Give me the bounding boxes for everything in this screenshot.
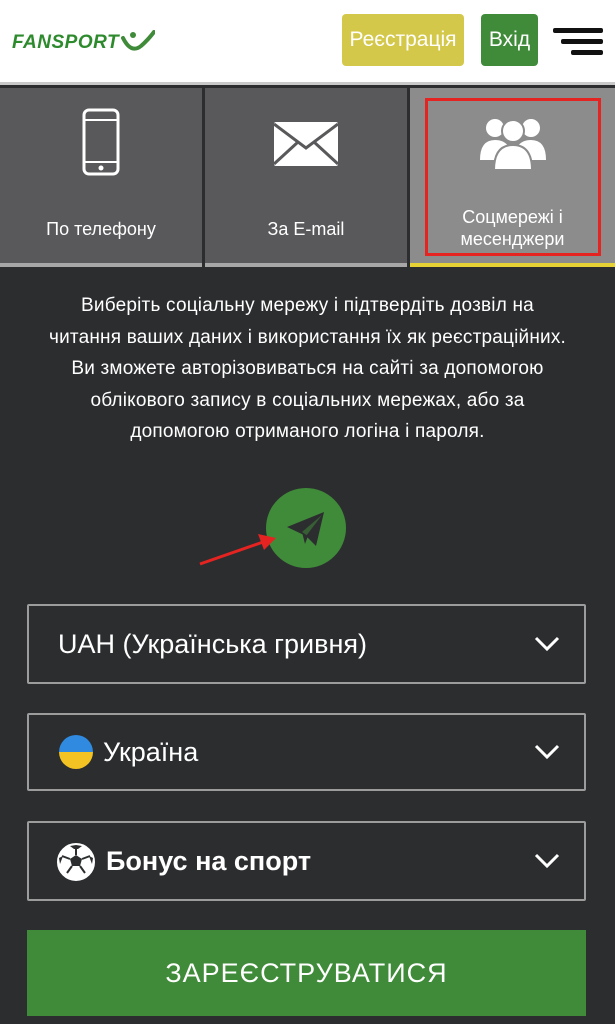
chevron-down-icon — [534, 636, 560, 652]
register-submit-button[interactable]: ЗАРЕЄСТРУВАТИСЯ — [27, 930, 586, 1016]
tab-underline — [205, 263, 407, 267]
description-line: Ви зможете авторізовиватьcя на сайті за … — [71, 358, 544, 379]
envelope-icon — [272, 122, 340, 166]
register-button[interactable]: Реєстрація — [342, 14, 464, 66]
social-registration-description: Виберіть соціальну мережу і підтвердіть … — [30, 290, 585, 448]
tab-underline — [0, 263, 202, 267]
ukraine-flag-icon — [59, 735, 93, 769]
tab-social-messengers[interactable]: Соцмережі і месенджери — [410, 88, 615, 267]
tab-phone-label: По телефону — [46, 219, 156, 239]
login-button[interactable]: Вхід — [481, 14, 538, 66]
currency-value: UAH (Українська гривня) — [58, 628, 367, 659]
hamburger-menu-icon[interactable] — [553, 26, 603, 58]
annotation-arrow-icon — [199, 534, 276, 566]
tab-email[interactable]: За E-mail — [205, 88, 407, 267]
tab-active-underline — [410, 263, 615, 267]
logo-swoosh-icon — [121, 30, 156, 51]
chevron-down-icon — [534, 853, 560, 869]
description-line: облікового запису в соціальних мережах, … — [90, 389, 525, 411]
country-select[interactable]: Україна — [27, 713, 586, 791]
header: FANSPORT Реєстрація Вхід — [0, 0, 615, 82]
soccer-ball-icon — [57, 843, 95, 881]
description-line: допомогою отриманого логіна і пароля. — [130, 421, 485, 442]
logo-text: FANSPORT — [12, 32, 120, 53]
bonus-value: Бонус на спорт — [106, 845, 312, 876]
chevron-down-icon — [534, 744, 560, 760]
registration-method-tabs: По телефону За E-mail Соцмережі і месенд… — [0, 82, 615, 267]
country-value: Україна — [103, 736, 199, 767]
highlight-box — [425, 98, 601, 256]
tab-phone[interactable]: По телефону — [0, 88, 202, 267]
currency-select[interactable]: UAH (Українська гривня) — [27, 604, 586, 684]
bonus-select[interactable]: Бонус на спорт — [27, 821, 586, 901]
tab-email-label: За E-mail — [267, 219, 345, 239]
phone-icon — [82, 108, 120, 176]
description-line: читання ваших даних і використання їх як… — [48, 326, 567, 348]
fansport-logo[interactable]: FANSPORT — [12, 28, 156, 58]
description-line: Виберіть соціальну мережу і підтвердіть … — [81, 295, 534, 316]
